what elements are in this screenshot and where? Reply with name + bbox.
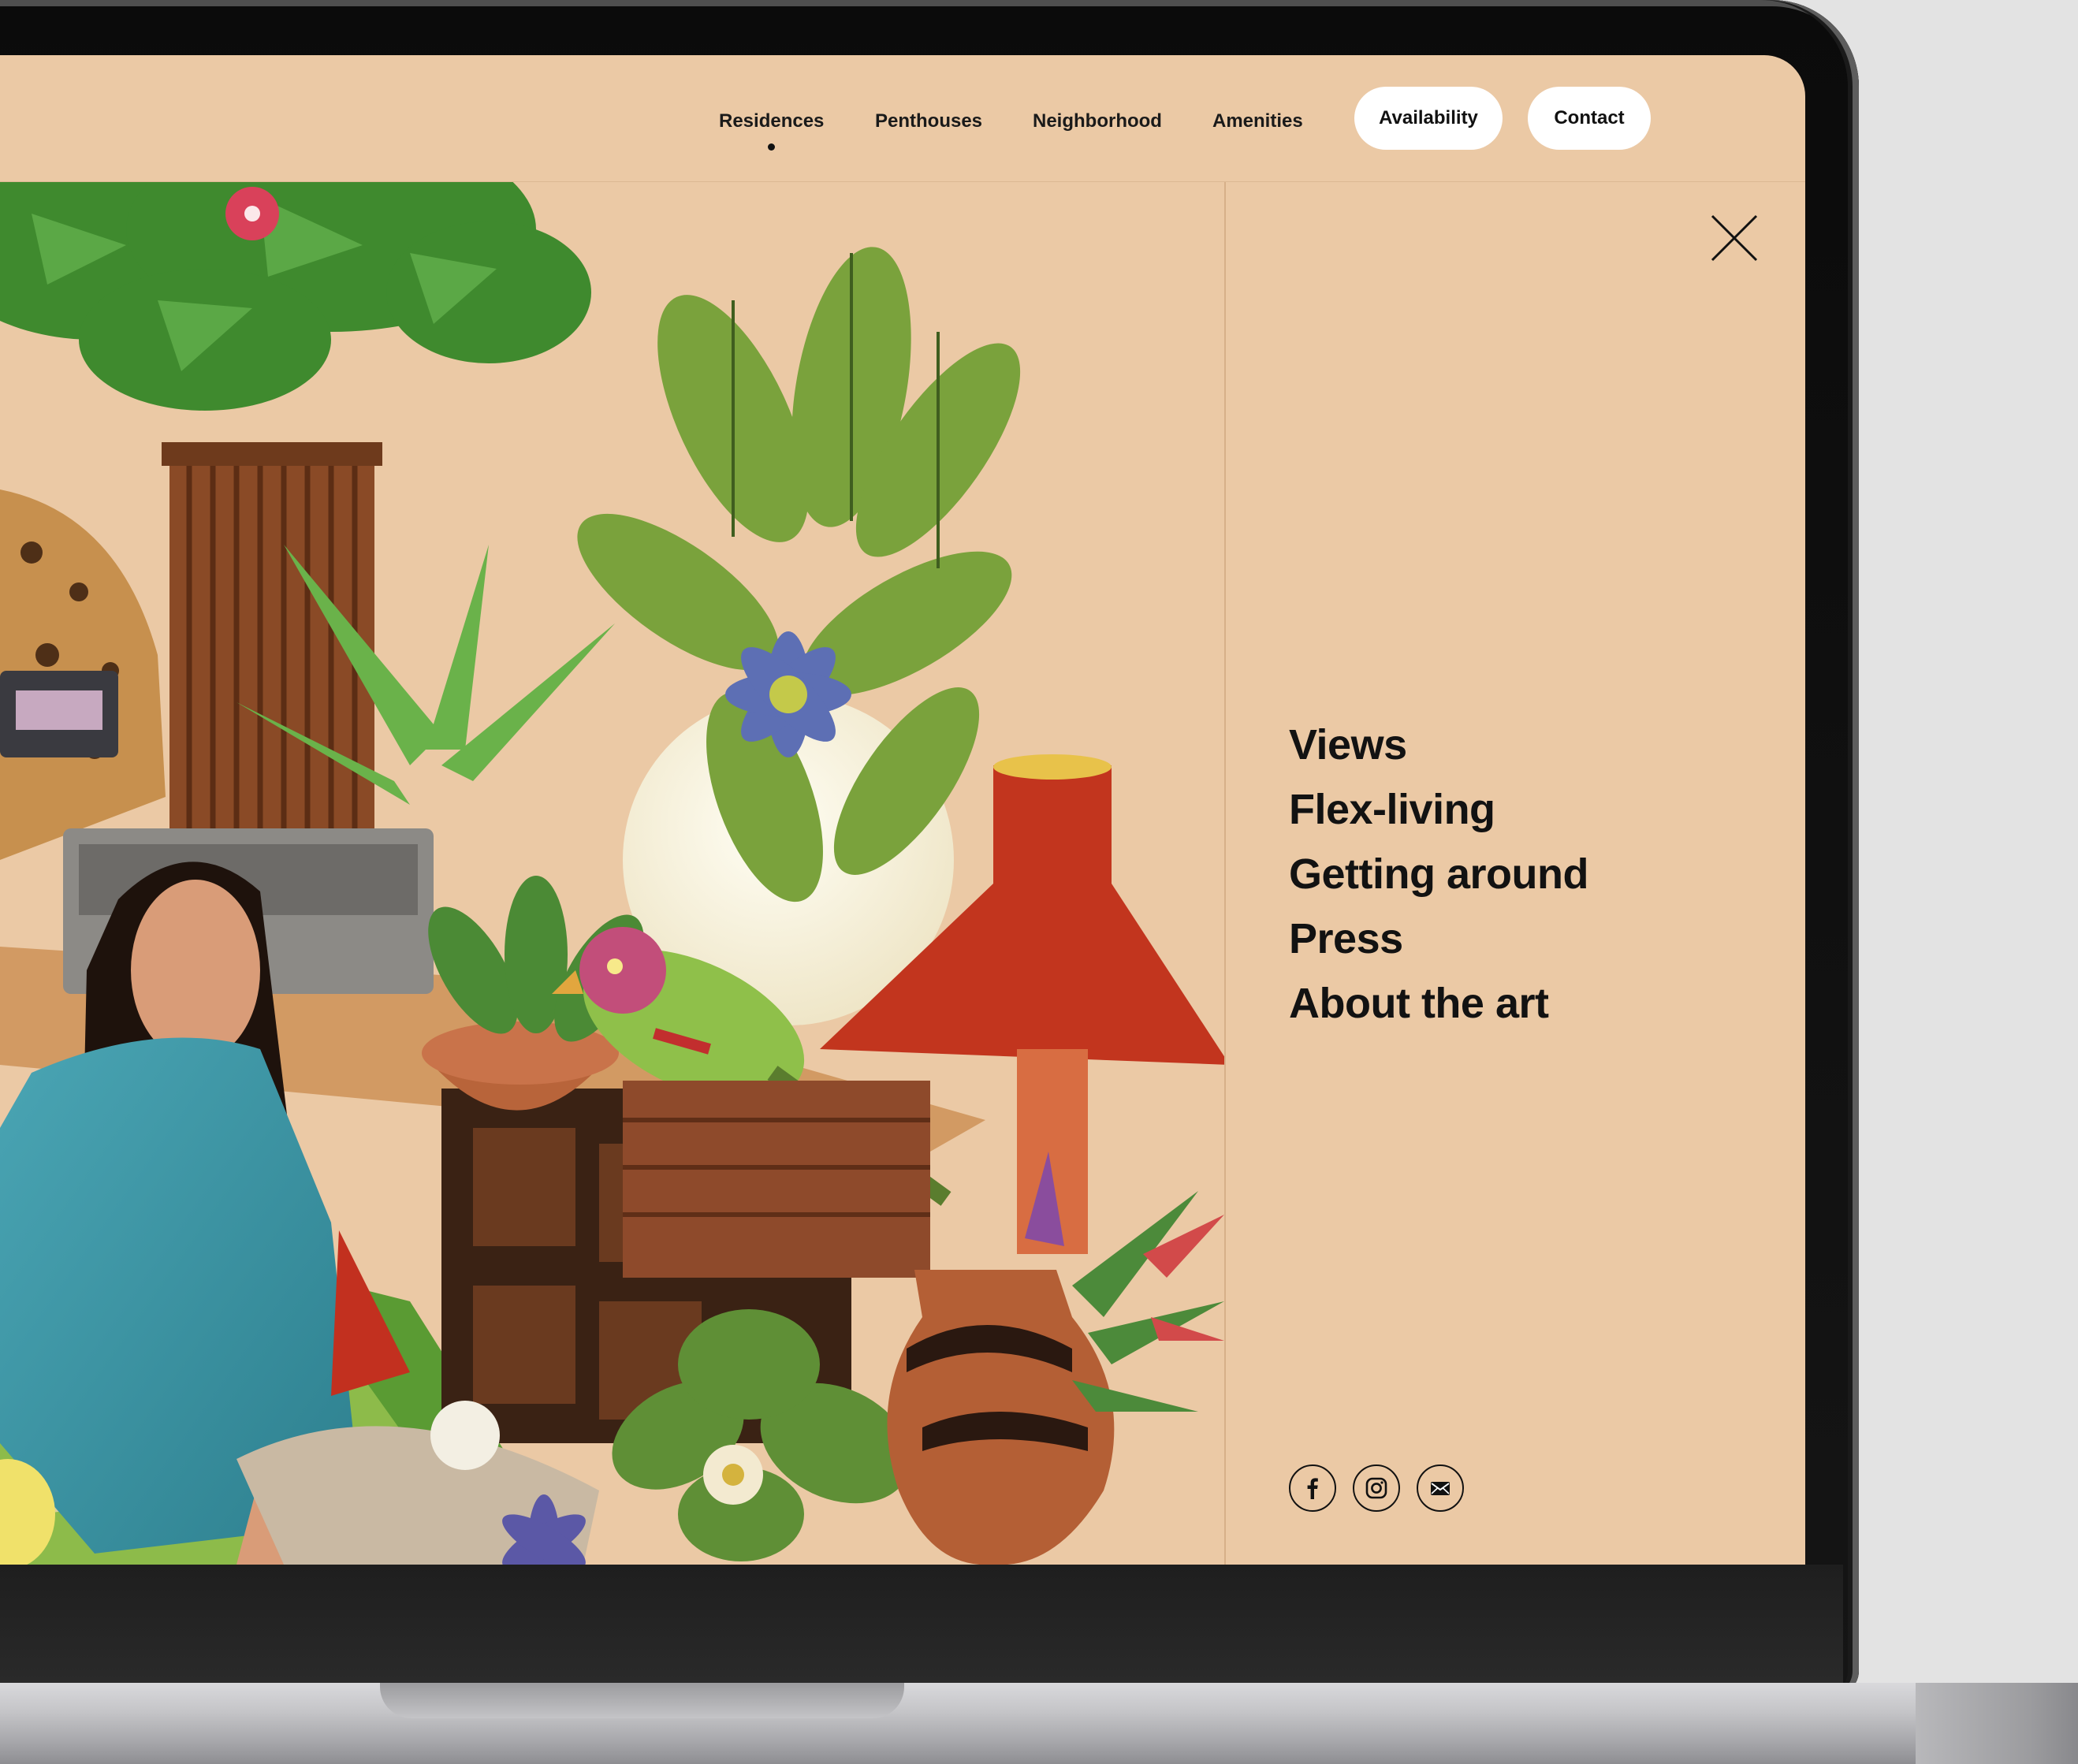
email-icon[interactable] [1417, 1464, 1464, 1512]
laptop-base-edge [1916, 1683, 2078, 1764]
overlay-menu: Views Flex-living Getting around Press A… [1289, 713, 1588, 1036]
nav-amenities[interactable]: Amenities [1212, 110, 1303, 132]
collage-artwork [0, 182, 1224, 1565]
close-icon[interactable] [1709, 213, 1760, 263]
contact-button[interactable]: Contact [1528, 87, 1651, 150]
top-navigation: Residences Penthouses Neighborhood Ameni… [0, 55, 1805, 182]
instagram-icon[interactable] [1353, 1464, 1400, 1512]
active-nav-indicator [768, 143, 775, 151]
menu-item-views[interactable]: Views [1289, 713, 1588, 777]
menu-item-about-the-art[interactable]: About the art [1289, 971, 1588, 1036]
availability-button[interactable]: Availability [1354, 87, 1503, 150]
laptop-notch [380, 1683, 904, 1718]
collage-illustration [0, 182, 1224, 1565]
menu-item-flex-living[interactable]: Flex-living [1289, 777, 1588, 842]
nav-penthouses[interactable]: Penthouses [875, 110, 982, 132]
nav-residences[interactable]: Residences [719, 110, 824, 132]
menu-item-press[interactable]: Press [1289, 906, 1588, 971]
nav-neighborhood[interactable]: Neighborhood [1033, 110, 1162, 132]
menu-item-getting-around[interactable]: Getting around [1289, 842, 1588, 906]
panel-divider [1224, 182, 1226, 1565]
facebook-icon[interactable] [1289, 1464, 1336, 1512]
browser-viewport: Residences Penthouses Neighborhood Ameni… [0, 55, 1805, 1565]
laptop-chin [0, 1565, 1843, 1683]
laptop-base [0, 1683, 2078, 1764]
